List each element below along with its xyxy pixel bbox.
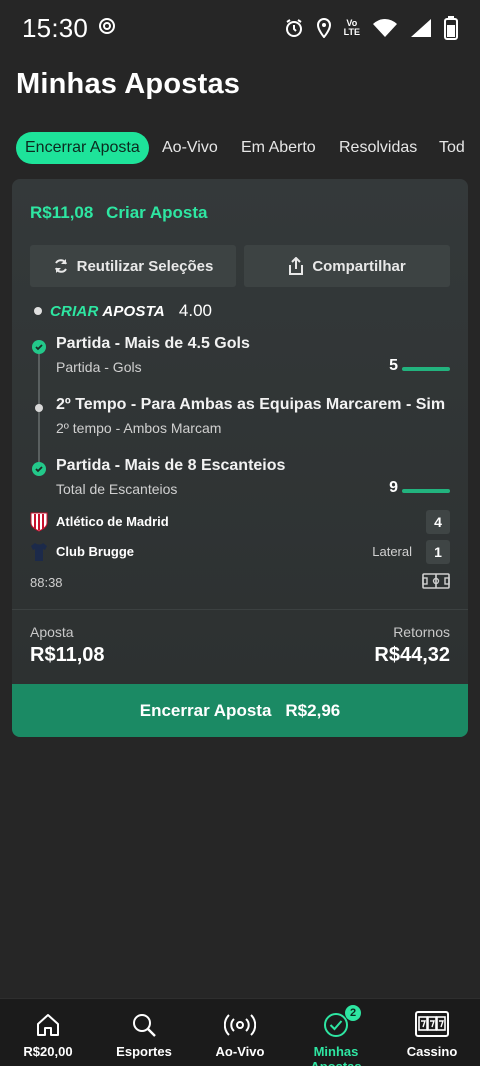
- nav-home[interactable]: R$20,00: [0, 999, 96, 1066]
- bet-amount: R$11,08: [30, 203, 94, 222]
- reuse-selections-label: Reutilizar Seleções: [76, 257, 214, 275]
- volte-icon: Vo LTE: [343, 18, 360, 37]
- leg-subtitle: 2º tempo - Ambos Marcam: [56, 420, 222, 436]
- brugge-shirt-icon: [30, 542, 48, 562]
- nav-sports[interactable]: Esportes: [96, 999, 192, 1066]
- check-icon: [32, 340, 46, 354]
- bet-leg: Partida - Mais de 4.5 Gols Partida - Gol…: [12, 335, 468, 385]
- team-name: Atlético de Madrid: [56, 514, 169, 529]
- leg-title: 2º Tempo - Para Ambas as Equipas Marcare…: [56, 396, 446, 413]
- live-icon: [223, 1011, 257, 1044]
- notification-badge: 2: [345, 1005, 361, 1021]
- bet-builder-name: CRIAR APOSTA: [50, 302, 165, 320]
- tab-resolvidas[interactable]: Resolvidas: [339, 132, 417, 164]
- returns-value: R$44,32: [374, 644, 450, 666]
- battery-icon: [444, 16, 458, 40]
- cashout-label: Encerrar Aposta: [139, 700, 272, 720]
- stake-value: R$11,08: [30, 644, 105, 666]
- match-event-note: Lateral: [372, 544, 412, 559]
- search-icon: [130, 1011, 158, 1044]
- nav-my-bets[interactable]: 2 Minhas Apostas: [288, 999, 384, 1066]
- location-icon: [316, 18, 332, 38]
- tab-encerrar-aposta[interactable]: Encerrar Aposta: [16, 132, 149, 164]
- leg-progress-value: 5: [389, 357, 398, 374]
- team-score: 4: [426, 510, 450, 534]
- wifi-icon: [372, 18, 398, 38]
- pitch-icon[interactable]: [422, 573, 450, 594]
- nav-casino[interactable]: Cassino: [384, 999, 480, 1066]
- tab-todas[interactable]: Tod: [439, 132, 465, 164]
- leg-subtitle: Partida - Gols: [56, 359, 142, 375]
- check-icon: [32, 462, 46, 476]
- leg-title: Partida - Mais de 8 Escanteios: [56, 457, 286, 474]
- status-time: 15:30: [22, 12, 89, 43]
- leg-progress-bar: [402, 367, 450, 371]
- returns-label: Retornos: [393, 624, 450, 640]
- alarm-icon: [284, 18, 304, 38]
- bet-builder-title: CRIAR APOSTA 4.00: [34, 301, 212, 321]
- cashout-button[interactable]: Encerrar Aposta R$2,96: [12, 684, 468, 737]
- divider: [12, 609, 468, 610]
- bet-builder-odds: 4.00: [178, 301, 212, 320]
- bet-leg: 2º Tempo - Para Ambas as Equipas Marcare…: [12, 396, 468, 446]
- atletico-crest-icon: [30, 512, 48, 532]
- team-row-home: Atlético de Madrid 4: [30, 510, 450, 536]
- dot-icon: [34, 307, 42, 315]
- share-icon: [288, 257, 304, 275]
- nav-label: Cassino: [406, 1044, 458, 1059]
- nav-label: Minhas Apostas: [310, 1044, 361, 1066]
- gear-icon: [98, 17, 116, 40]
- bottom-nav: R$20,00 Esportes Ao-Vivo 2 Minhas Aposta…: [0, 998, 480, 1066]
- leg-progress-bar: [402, 489, 450, 493]
- tab-bar: Encerrar Aposta Ao-Vivo Em Aberto Resolv…: [0, 132, 480, 166]
- bet-card: R$11,08 Criar Aposta Reutilizar Seleções…: [12, 179, 468, 737]
- pending-dot-icon: [32, 401, 46, 415]
- status-bar: 15:30 Vo LTE: [0, 0, 480, 56]
- bet-type: Criar Aposta: [106, 203, 208, 222]
- bet-leg: Partida - Mais de 8 Escanteios Total de …: [12, 457, 468, 507]
- reuse-selections-button[interactable]: Reutilizar Seleções: [30, 245, 236, 287]
- cashout-value: R$2,96: [285, 700, 341, 720]
- team-score: 1: [426, 540, 450, 564]
- leg-progress-value: 9: [389, 479, 398, 496]
- tab-em-aberto[interactable]: Em Aberto: [241, 132, 316, 164]
- stake-label: Aposta: [30, 624, 74, 640]
- refresh-icon: [53, 258, 69, 274]
- page-title: Minhas Apostas: [16, 68, 241, 100]
- tab-ao-vivo[interactable]: Ao-Vivo: [162, 132, 218, 164]
- bet-actions: Reutilizar Seleções Compartilhar: [30, 245, 450, 287]
- leg-subtitle: Total de Escanteios: [56, 481, 178, 497]
- nav-label: Esportes: [116, 1044, 172, 1059]
- team-row-away: Club Brugge Lateral 1: [30, 540, 450, 566]
- home-icon: [34, 1011, 62, 1044]
- nav-live[interactable]: Ao-Vivo: [192, 999, 288, 1066]
- nav-label: Ao-Vivo: [215, 1044, 265, 1059]
- leg-title: Partida - Mais de 4.5 Gols: [56, 335, 250, 352]
- team-name: Club Brugge: [56, 544, 134, 559]
- match-clock: 88:38: [30, 575, 63, 590]
- nav-label: R$20,00: [23, 1044, 73, 1059]
- bet-header: R$11,08 Criar Aposta: [30, 203, 207, 223]
- share-label: Compartilhar: [312, 257, 406, 275]
- slot-machine-icon: [415, 1011, 449, 1042]
- share-button[interactable]: Compartilhar: [244, 245, 450, 287]
- signal-icon: [410, 18, 432, 38]
